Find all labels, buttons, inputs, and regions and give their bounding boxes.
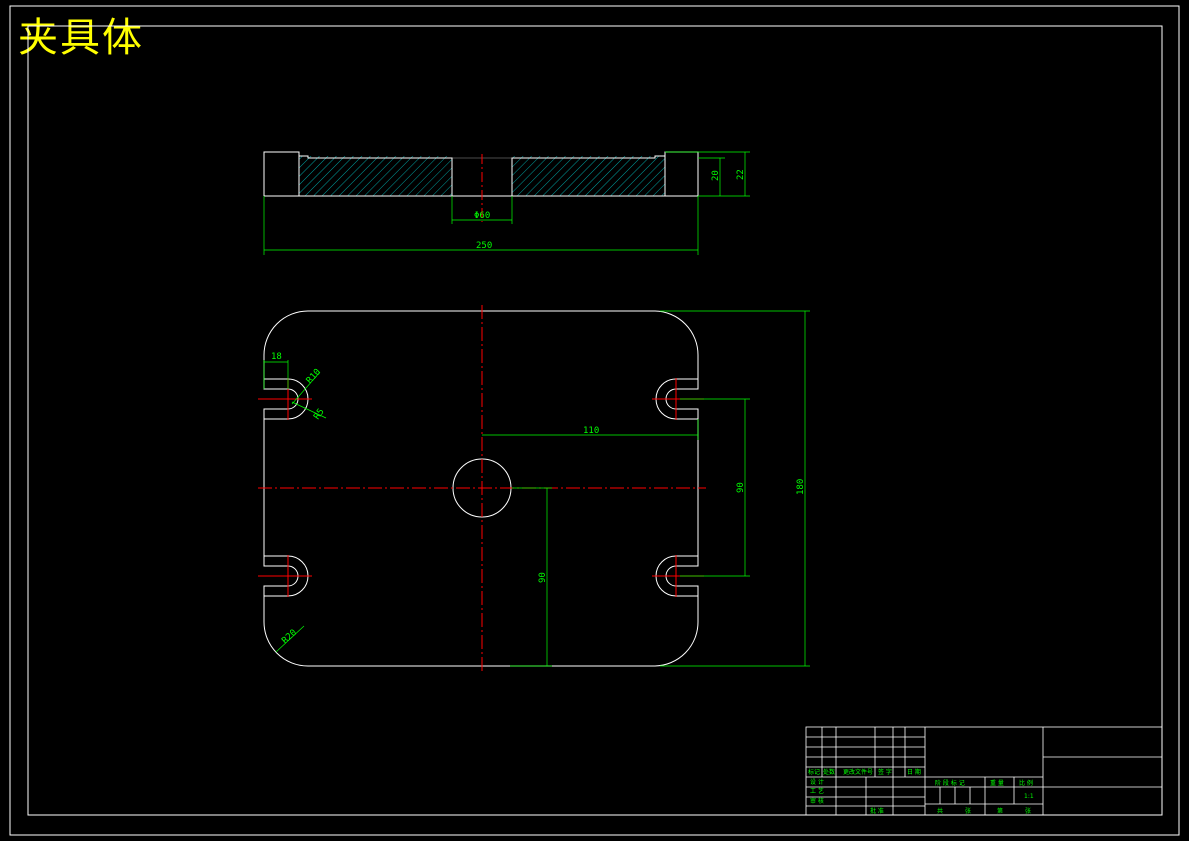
tb-date: 日 期: [907, 768, 921, 776]
tb-weight: 重 量: [990, 779, 1004, 787]
tb-approve: 批 准: [870, 807, 884, 815]
tb-total: 共: [937, 807, 943, 815]
title-block-text: 标记 处数 更改文件号 签 字 日 期 设 计 审 核 批 准 阶 段 标 记 …: [808, 768, 1034, 815]
section-hatch-left: [299, 156, 452, 196]
plan-view: 18 R10 R5 110 90 180 90 R20: [258, 305, 810, 672]
dim-height: 180: [796, 479, 806, 495]
outer-border: [9, 5, 1180, 836]
tb-stage-mark: 阶 段 标 记: [935, 779, 965, 787]
tb-count: 处数: [823, 768, 835, 776]
dim-length: 250: [476, 241, 492, 251]
dim-center-height: 90: [538, 572, 548, 583]
tb-change-doc: 更改文件号: [843, 768, 873, 776]
dim-corner-radius: R20: [280, 628, 299, 646]
tb-scale-value: 1:1: [1024, 793, 1034, 800]
engineering-drawing: Φ60 250 20 22 18 R10 R5 110 90 180 90 R2…: [9, 5, 1180, 836]
section-hatch-right: [512, 156, 665, 196]
tb-check: 审 核: [810, 797, 824, 805]
tb-sheet-no: 第: [997, 807, 1003, 815]
tb-sign: 签 字: [878, 768, 892, 776]
dim-slot-radius: R10: [305, 367, 323, 386]
dim-slot-width: 18: [271, 352, 282, 362]
dim-h-outer: 22: [736, 169, 746, 180]
dim-bore: Φ60: [474, 211, 490, 221]
tb-design: 设 计: [810, 778, 824, 786]
dim-h-inner: 20: [711, 170, 721, 181]
tb-sheets: 张: [965, 807, 971, 815]
tb-craft: 工 艺: [810, 787, 824, 795]
dim-slot-pitch: 90: [736, 482, 746, 493]
tb-sheets2: 张: [1025, 807, 1031, 815]
dim-slot-radius-small: R5: [312, 407, 326, 422]
dim-center-offset: 110: [583, 426, 599, 436]
tb-scale: 比 例: [1019, 779, 1033, 787]
inner-border: [27, 25, 1163, 816]
side-view: Φ60 250 20 22: [263, 151, 750, 255]
tb-mark: 标记: [808, 768, 820, 776]
